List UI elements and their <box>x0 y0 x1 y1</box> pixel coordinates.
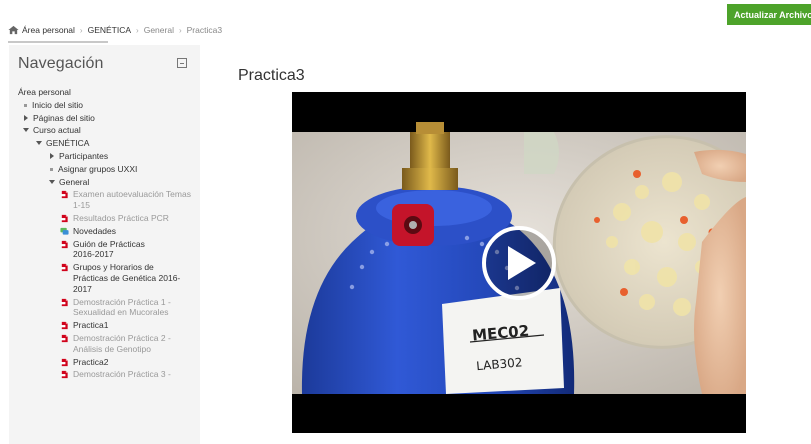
nav-item-demo-practica-2[interactable]: Demostración Práctica 2 - Análisis de Ge… <box>9 332 200 356</box>
nav-item-label: GENÉTICA <box>46 138 90 149</box>
nav-item-resultados-pcr[interactable]: Resultados Práctica PCR <box>9 212 200 225</box>
nav-item-label: Practica2 <box>73 356 109 367</box>
pdf-file-icon <box>60 264 68 272</box>
nav-item-label: Practica1 <box>73 320 109 331</box>
video-player[interactable]: MEC02 LAB302 <box>292 92 746 433</box>
nav-item-label: Curso actual <box>33 125 81 136</box>
navigation-block: Navegación Área personal Inicio del siti… <box>9 45 200 444</box>
nav-item-label: Examen autoevaluación Temas 1-15 <box>73 189 191 211</box>
breadcrumb-item-course[interactable]: GENÉTICA <box>88 25 131 35</box>
nav-item-asignar-grupos[interactable]: Asignar grupos UXXI <box>9 163 200 176</box>
nav-item-paginas-sitio[interactable]: Páginas del sitio <box>9 112 200 125</box>
breadcrumb-item-current: Practica3 <box>186 25 223 35</box>
pdf-file-icon <box>60 191 68 199</box>
nav-item-label: General <box>59 176 90 187</box>
pdf-file-icon <box>60 322 68 330</box>
page-title: Practica3 <box>238 67 305 84</box>
nav-item-label: Guión de Prácticas 2016-2017 <box>73 238 145 260</box>
collapse-arrow-icon[interactable] <box>36 141 42 146</box>
expand-arrow-icon[interactable] <box>24 114 28 121</box>
nav-item-inicio-sitio[interactable]: Inicio del sitio <box>9 99 200 112</box>
pdf-file-icon <box>60 371 68 379</box>
nav-item-participantes[interactable]: Participantes <box>9 150 200 163</box>
nav-item-label: Demostración Práctica 2 - Análisis de Ge… <box>73 332 171 354</box>
bullet-icon <box>50 167 53 171</box>
breadcrumb-item-area-personal[interactable]: Área personal <box>22 25 75 35</box>
nav-item-curso-actual[interactable]: Curso actual <box>9 124 200 137</box>
nav-item-label: Área personal <box>18 87 71 97</box>
nav-item-guion-practicas[interactable]: Guión de Prácticas 2016-2017 <box>9 238 200 262</box>
pdf-file-icon <box>60 334 68 343</box>
nav-item-label: Novedades <box>73 225 117 236</box>
nav-item-label: Páginas del sitio <box>33 112 95 123</box>
breadcrumb-item-section[interactable]: General <box>144 25 174 35</box>
nav-item-demo-practica-1[interactable]: Demostración Práctica 1 - Sexualidad en … <box>9 296 200 320</box>
navigation-title: Navegación <box>18 55 104 72</box>
nav-item-label: Participantes <box>59 150 109 161</box>
navigation-tree: Área personal Inicio del sitio Páginas d… <box>9 86 200 381</box>
home-icon[interactable] <box>8 25 19 35</box>
forum-icon <box>60 227 69 235</box>
nav-item-label: Asignar grupos UXXI <box>58 163 138 174</box>
collapse-arrow-icon[interactable] <box>49 179 55 184</box>
nav-item-label: Inicio del sitio <box>32 99 84 110</box>
nav-item-area-personal[interactable]: Área personal <box>9 86 200 99</box>
breadcrumb-separator-icon: › <box>136 25 139 35</box>
breadcrumb-underline <box>8 41 108 43</box>
update-file-button[interactable]: Actualizar Archivo <box>727 4 811 25</box>
pdf-file-icon <box>60 298 68 306</box>
pdf-file-icon <box>60 358 68 366</box>
collapse-arrow-icon[interactable] <box>23 128 29 133</box>
video-thumbnail: MEC02 LAB302 <box>292 92 746 433</box>
nav-item-genetica[interactable]: GENÉTICA <box>9 137 200 150</box>
nav-item-novedades[interactable]: Novedades <box>9 225 200 238</box>
nav-item-examen-autoevaluacion[interactable]: Examen autoevaluación Temas 1-15 <box>9 188 200 212</box>
nav-item-label: Demostración Práctica 1 - Sexualidad en … <box>73 296 171 318</box>
breadcrumb-separator-icon: › <box>79 25 83 35</box>
nav-item-practica2[interactable]: Practica2 <box>9 356 200 369</box>
nav-item-label: Resultados Práctica PCR <box>73 212 169 223</box>
nav-item-label: Demostración Práctica 3 - <box>73 369 171 380</box>
pdf-file-icon <box>60 214 68 223</box>
breadcrumb: Área personal › GENÉTICA › General › Pra… <box>8 22 222 38</box>
nav-item-demo-practica-3[interactable]: Demostración Práctica 3 - <box>9 368 200 381</box>
expand-arrow-icon[interactable] <box>50 152 54 159</box>
nav-item-label: Grupos y Horarios de Prácticas de Genéti… <box>73 262 181 294</box>
nav-item-general[interactable]: General <box>9 176 200 189</box>
collapse-block-icon[interactable] <box>177 58 187 68</box>
breadcrumb-separator-icon: › <box>178 25 182 35</box>
nav-item-practica1[interactable]: Practica1 <box>9 319 200 332</box>
bullet-icon <box>24 103 27 107</box>
nav-item-grupos-horarios[interactable]: Grupos y Horarios de Prácticas de Genéti… <box>9 261 200 295</box>
pdf-file-icon <box>60 240 68 248</box>
